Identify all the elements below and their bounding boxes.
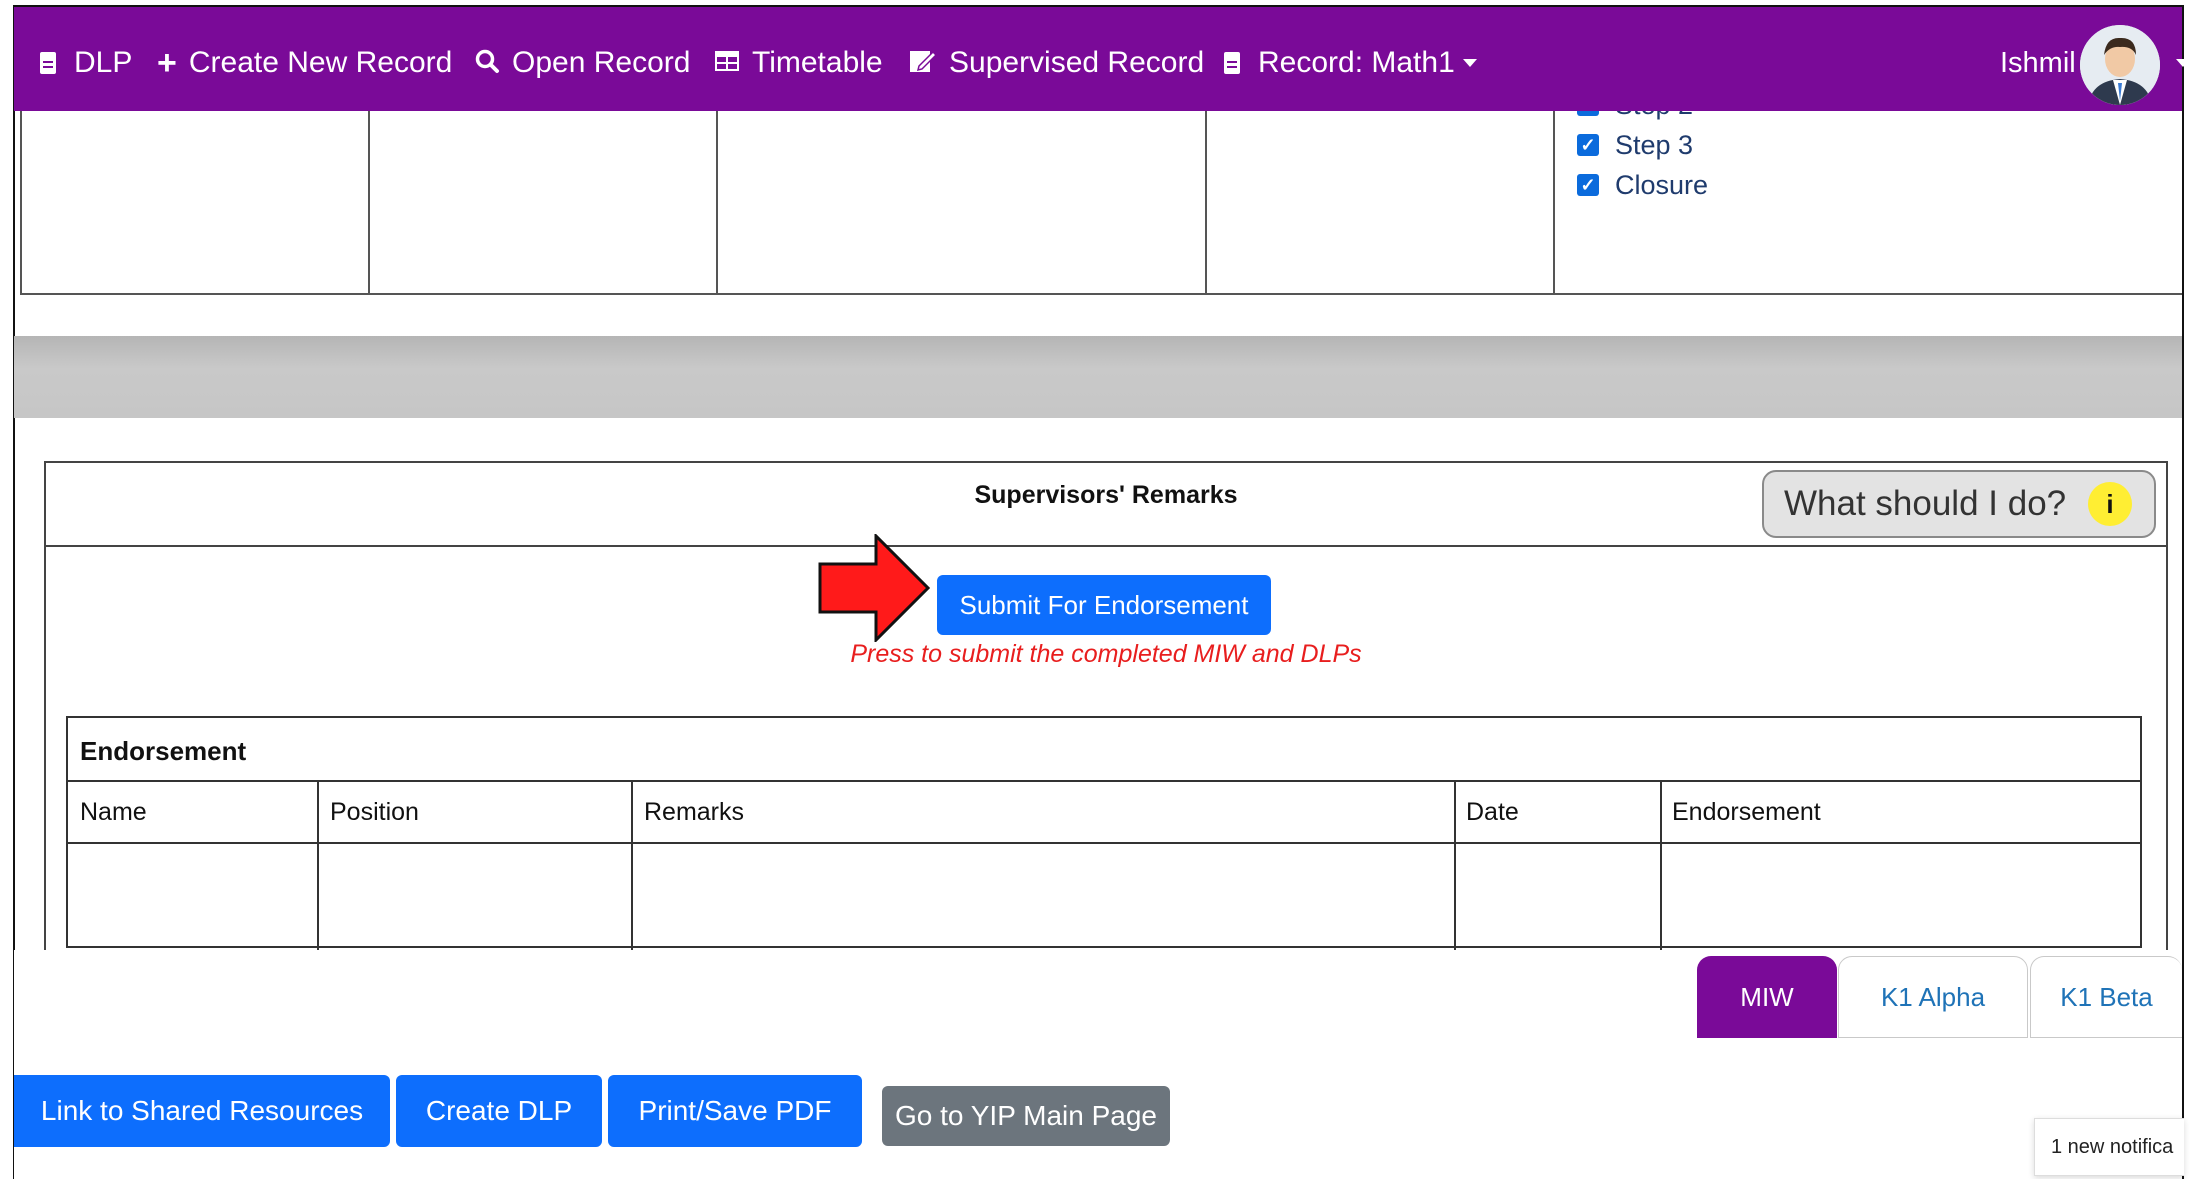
nav-timetable-label: Timetable <box>752 46 883 79</box>
document-icon <box>1224 52 1240 74</box>
lesson-table <box>20 111 2182 295</box>
table-icon <box>714 50 740 76</box>
nav-supervised-label: Supervised Record <box>949 46 1205 79</box>
tab-miw[interactable]: MIW <box>1697 956 1837 1038</box>
search-icon <box>474 48 500 78</box>
nav-supervised-record[interactable]: Supervised Record <box>909 43 1204 83</box>
checklist-item[interactable]: ✓ Closure <box>1577 165 1708 205</box>
table-divider <box>1553 111 1555 294</box>
table-divider <box>368 111 370 294</box>
window-border-right <box>2182 5 2184 1179</box>
caret-down-icon <box>1462 59 1477 67</box>
info-icon: i <box>2088 482 2132 526</box>
create-dlp-button[interactable]: Create DLP <box>396 1075 602 1147</box>
column-header-remarks: Remarks <box>644 798 745 826</box>
what-should-i-do-button[interactable]: What should I do? i <box>1762 470 2156 538</box>
red-arrow-icon <box>818 534 930 642</box>
user-avatar[interactable] <box>2080 25 2160 105</box>
nav-create-label: Create New Record <box>188 46 453 79</box>
endorsement-table: Endorsement Name Position Remarks Date E… <box>66 716 2142 950</box>
print-save-pdf-button[interactable]: Print/Save PDF <box>608 1075 862 1147</box>
edit-document-icon <box>909 48 938 78</box>
tab-k1-alpha[interactable]: K1 Alpha <box>1838 956 2028 1038</box>
user-name[interactable]: Ishmil <box>2000 47 2076 80</box>
table-rule <box>68 842 2140 844</box>
nav-record-label: Record: Math1 <box>1258 46 1455 79</box>
section-separator <box>14 336 2182 418</box>
column-header-position: Position <box>330 798 419 826</box>
user-caret-icon[interactable] <box>2176 59 2190 67</box>
column-header-name: Name <box>80 798 147 826</box>
submit-hint-text: Press to submit the completed MIW and DL… <box>850 640 1362 668</box>
column-divider <box>1660 780 1662 950</box>
plus-icon: + <box>157 44 177 82</box>
column-header-date: Date <box>1466 798 1519 826</box>
nav-create-new-record[interactable]: + Create New Record <box>157 43 452 83</box>
checklist-item[interactable]: ✓ Step 3 <box>1577 125 1708 165</box>
nav-timetable[interactable]: Timetable <box>714 43 883 83</box>
checkbox-checked[interactable]: ✓ <box>1577 174 1599 196</box>
go-to-main-page-button[interactable]: Go to YIP Main Page <box>882 1086 1170 1146</box>
nav-dlp-label: DLP <box>74 46 133 79</box>
table-divider <box>1205 111 1207 294</box>
endorsement-title: Endorsement <box>80 736 247 766</box>
app-window: ✓ Step 2 ✓ Step 3 ✓ Closure DLP + Create… <box>0 0 2196 1179</box>
document-icon <box>40 52 56 74</box>
nav-open-label: Open Record <box>512 46 691 79</box>
column-divider <box>1454 780 1456 950</box>
column-divider <box>317 780 319 950</box>
nav-record-dropdown[interactable]: Record: Math1 <box>1224 43 1477 83</box>
checklist-label: Closure <box>1615 169 1709 200</box>
checkbox-checked[interactable]: ✓ <box>1577 134 1599 156</box>
table-divider <box>716 111 718 294</box>
column-divider <box>631 780 633 950</box>
help-button-label: What should I do? <box>1784 484 2067 523</box>
nav-dlp[interactable]: DLP <box>40 43 132 83</box>
column-header-endorsement: Endorsement <box>1672 798 1821 826</box>
notification-toast[interactable]: 1 new notifica <box>2034 1118 2184 1176</box>
top-navbar: DLP + Create New Record Open Record Time… <box>14 7 2190 111</box>
submit-for-endorsement-button[interactable]: Submit For Endorsement <box>937 575 1271 635</box>
nav-open-record[interactable]: Open Record <box>474 43 690 83</box>
link-to-shared-resources-button[interactable]: Link to Shared Resources <box>14 1075 390 1147</box>
tab-k1-beta[interactable]: K1 Beta <box>2030 956 2182 1038</box>
checklist-label: Step 3 <box>1615 129 1694 160</box>
table-rule <box>68 780 2140 782</box>
